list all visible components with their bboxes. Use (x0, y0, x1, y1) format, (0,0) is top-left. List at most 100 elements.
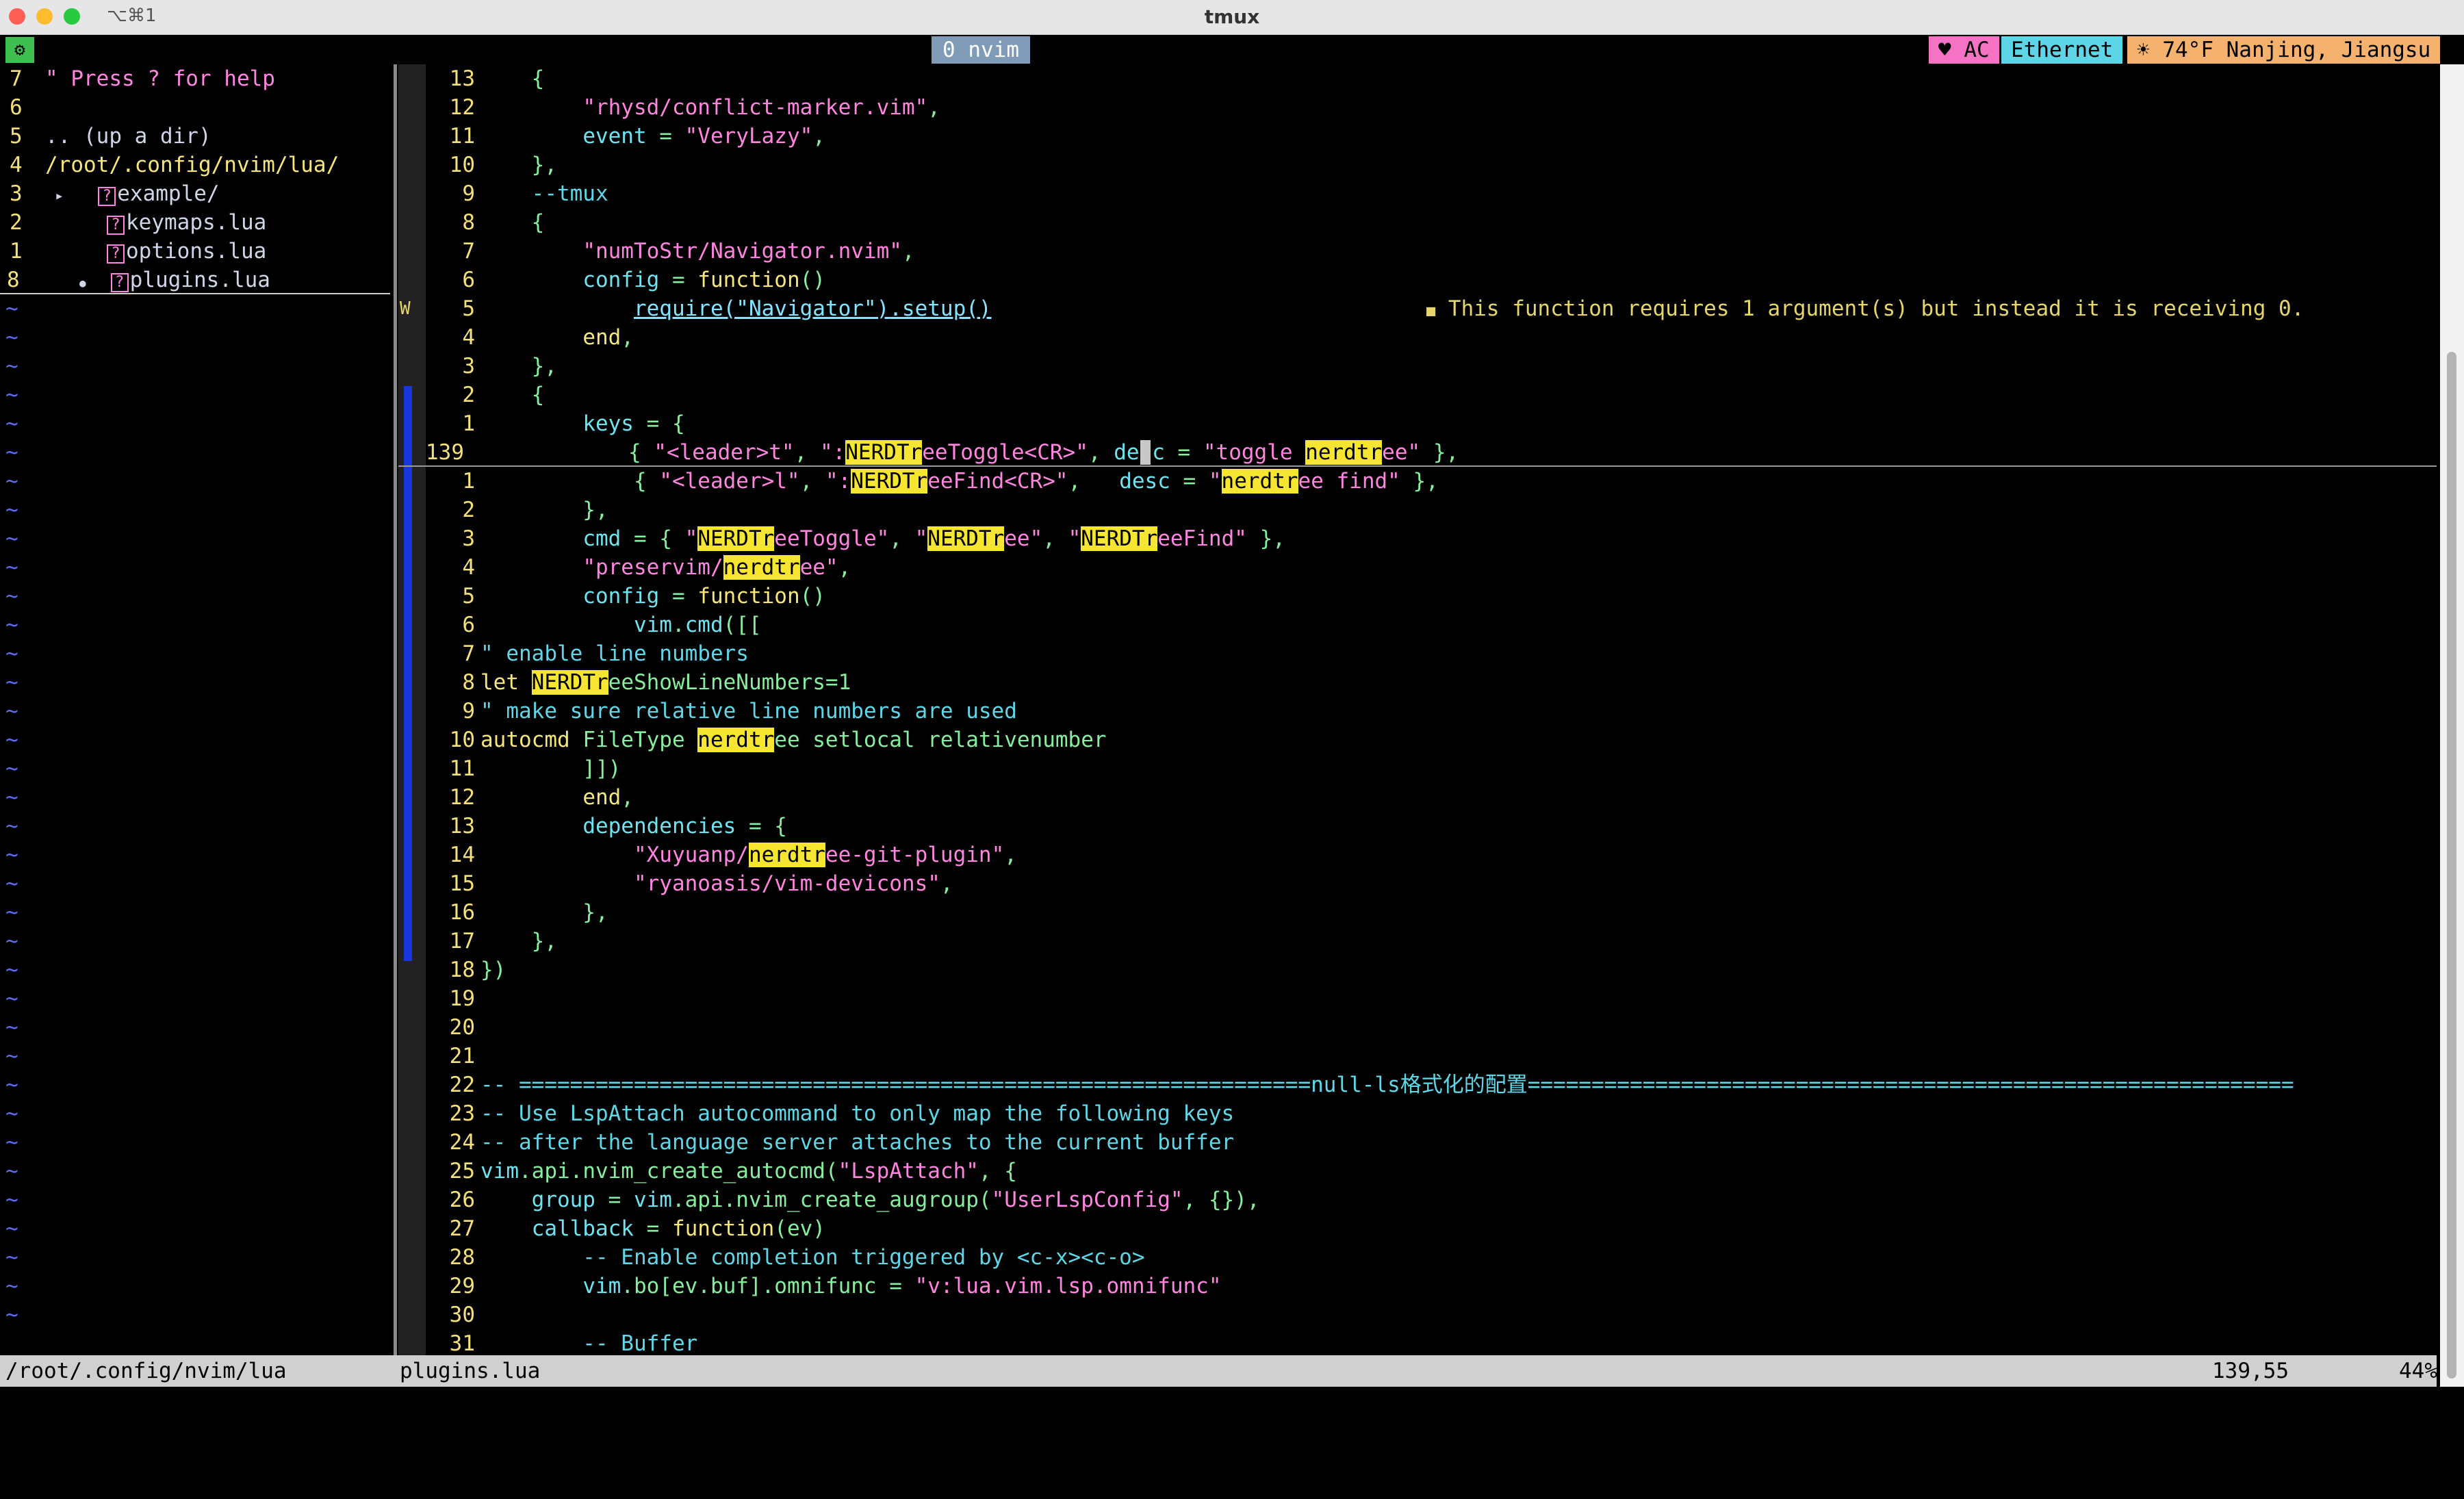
window-scrollbar[interactable] (2440, 64, 2464, 1387)
tmux-window-tab[interactable]: 0 nvim (932, 36, 1030, 64)
code-line[interactable]: 23 -- Use LspAttach autocommand to only m… (426, 1099, 2431, 1128)
code-line[interactable]: 6 vim.cmd([[ (426, 611, 2431, 639)
code-line-number: 8 (462, 670, 475, 695)
vim-statusline: /root/.config/nvim/lua plugins.lua 139,5… (0, 1355, 2437, 1387)
code-line[interactable]: 5 require("Navigator").setup() ■ This fun… (426, 294, 2431, 323)
pane-separator[interactable] (394, 64, 397, 1355)
tree-row[interactable]: 6 (0, 93, 390, 122)
code-line-number: 12 (449, 95, 475, 120)
code-line[interactable]: 15 "ryanoasis/vim-devicons", (426, 869, 2431, 898)
code-line-number: 3 (462, 354, 475, 379)
command-line[interactable] (0, 1387, 2464, 1440)
tree-row[interactable]: 1? options.lua (0, 237, 390, 266)
code-line[interactable]: 8 { (426, 208, 2431, 237)
code-line[interactable]: 24 -- after the language server attaches … (426, 1128, 2431, 1157)
code-line[interactable]: 31 -- Buffer (426, 1329, 2431, 1358)
code-line[interactable]: 3 }, (426, 352, 2431, 381)
code-line-number: 6 (462, 268, 475, 292)
code-text: " enable line numbers (480, 641, 749, 666)
code-line[interactable]: 7 "numToStr/Navigator.nvim", (426, 237, 2431, 266)
code-line[interactable]: 11 event = "VeryLazy", (426, 122, 2431, 151)
code-line[interactable]: 1 keys = { (426, 409, 2431, 438)
code-line[interactable]: 18}) (426, 956, 2431, 984)
expand-arrow-icon[interactable]: ▸ (55, 188, 64, 205)
code-line-number: 23 (449, 1101, 475, 1126)
empty-line-marker: ~ (5, 699, 18, 723)
scrollbar-thumb[interactable] (2447, 352, 2456, 1379)
code-line[interactable]: 28 -- Enable completion triggered by <c-… (426, 1243, 2431, 1272)
empty-line-marker: ~ (5, 1044, 18, 1068)
code-line-number: 21 (449, 1044, 475, 1068)
code-line-number: 24 (449, 1130, 475, 1155)
nerdtree-pane[interactable]: 7 " Press ? for help 6 5 .. (up a dir) 4/root… (0, 64, 394, 1355)
code-line[interactable]: 17 }, (426, 927, 2431, 956)
code-line[interactable]: 9 --tmux (426, 179, 2431, 208)
code-line[interactable]: 13 dependencies = { (426, 812, 2431, 841)
tree-row[interactable]: 8 ●? plugins.lua (0, 266, 390, 294)
empty-line-marker: ~ (5, 584, 18, 608)
code-line[interactable]: 26 group = vim.api.nvim_create_augroup("… (426, 1186, 2431, 1214)
code-line-number: 10 (449, 153, 475, 177)
code-line[interactable]: 3 cmd = { "NERDTreeToggle", "NERDTree", … (426, 524, 2431, 553)
text-cursor (1140, 440, 1151, 465)
code-text: { (480, 210, 545, 235)
code-text: end, (582, 785, 634, 810)
empty-line-marker: ~ (5, 1159, 18, 1183)
code-line[interactable]: 27 callback = function(ev) (426, 1214, 2431, 1243)
code-line[interactable]: 9 " make sure relative line numbers are u… (426, 697, 2431, 726)
empty-line-marker: ~ (5, 1188, 18, 1212)
tree-up-dir: .. (up a dir) (45, 124, 211, 149)
tree-row[interactable]: 2? keymaps.lua (0, 208, 390, 237)
code-line-number: 5 (462, 296, 475, 321)
code-text: }) (480, 958, 506, 982)
code-line-number: 2 (462, 383, 475, 407)
tree-row[interactable]: 4/root/.config/nvim/lua/ (0, 151, 390, 179)
code-line[interactable]: 20 (426, 1013, 2431, 1042)
code-line[interactable]: 5 config = function() (426, 582, 2431, 611)
code-line-number: 4 (462, 325, 475, 350)
code-line[interactable]: 11 ]]) (426, 754, 2431, 783)
code-line[interactable]: 21 (426, 1042, 2431, 1071)
code-text: group = vim.api.nvim_create_augroup("Use… (531, 1188, 1260, 1212)
code-line[interactable]: 2 }, (426, 496, 2431, 524)
code-line[interactable]: 4 "preservim/nerdtree", (426, 553, 2431, 582)
tree-line-number: 8 (7, 268, 20, 292)
editor-pane[interactable]: 13 {12 "rhysd/conflict-marker.vim", 11 ev… (398, 64, 2437, 1358)
code-line[interactable]: 12 "rhysd/conflict-marker.vim", (426, 93, 2431, 122)
code-line[interactable]: 13 { (426, 64, 2431, 93)
code-line[interactable]: 12 end, (426, 783, 2431, 812)
code-line[interactable]: 139 { "<leader>t", ":NERDTreeToggle<CR>"… (426, 438, 2431, 467)
file-type-icon: ? (107, 216, 125, 235)
code-line[interactable]: 4 end, (426, 323, 2431, 352)
code-line[interactable]: 19 (426, 984, 2431, 1013)
code-text: "Xuyuanp/nerdtree-git-plugin", (633, 843, 1017, 867)
tree-line-number: 1 (10, 239, 23, 264)
tree-row[interactable]: 3 ▸? example/ (0, 179, 390, 208)
code-line-number: 139 (426, 440, 464, 465)
empty-line-marker: ~ (5, 1130, 18, 1155)
tree-line-number: 5 (10, 124, 23, 149)
code-text: -- Buffer (480, 1331, 698, 1356)
code-line[interactable]: 6 config = function() (426, 266, 2431, 294)
empty-line-marker: ~ (5, 958, 18, 982)
code-line[interactable]: 30 (426, 1301, 2431, 1329)
code-line[interactable]: 22 -- ===================================… (426, 1071, 2431, 1099)
code-line[interactable]: 10 }, (426, 151, 2431, 179)
tree-row[interactable]: 7 " Press ? for help (0, 64, 390, 93)
code-line[interactable]: 14 "Xuyuanp/nerdtree-git-plugin", (426, 841, 2431, 869)
tree-row[interactable]: 5 .. (up a dir) (0, 122, 390, 151)
code-line[interactable]: 25 vim.api.nvim_create_autocmd("LspAttach… (426, 1157, 2431, 1186)
code-line[interactable]: 7 " enable line numbers (426, 639, 2431, 668)
code-line[interactable]: 29 vim.bo[ev.buf].omnifunc = "v:lua.vim.… (426, 1272, 2431, 1301)
empty-line-marker: ~ (5, 871, 18, 896)
tmux-status-bar: ⚙ 0 nvim ♥ AC Ethernet ☀ 74°F Nanjing, J… (0, 36, 2441, 64)
code-text: }, (480, 900, 608, 925)
code-line[interactable]: 8 let NERDTreeShowLineNumbers=1 (426, 668, 2431, 697)
code-line[interactable]: 1 { "<leader>l", ":NERDTreeFind<CR>", de… (426, 467, 2431, 496)
code-line[interactable]: 2 { (426, 381, 2431, 409)
empty-line-marker: ~ (5, 383, 18, 407)
empty-line-marker: ~ (5, 1216, 18, 1241)
code-line[interactable]: 10 autocmd FileType nerdtree setlocal rel… (426, 726, 2431, 754)
code-line[interactable]: 16 }, (426, 898, 2431, 927)
code-line-number: 22 (449, 1073, 475, 1097)
